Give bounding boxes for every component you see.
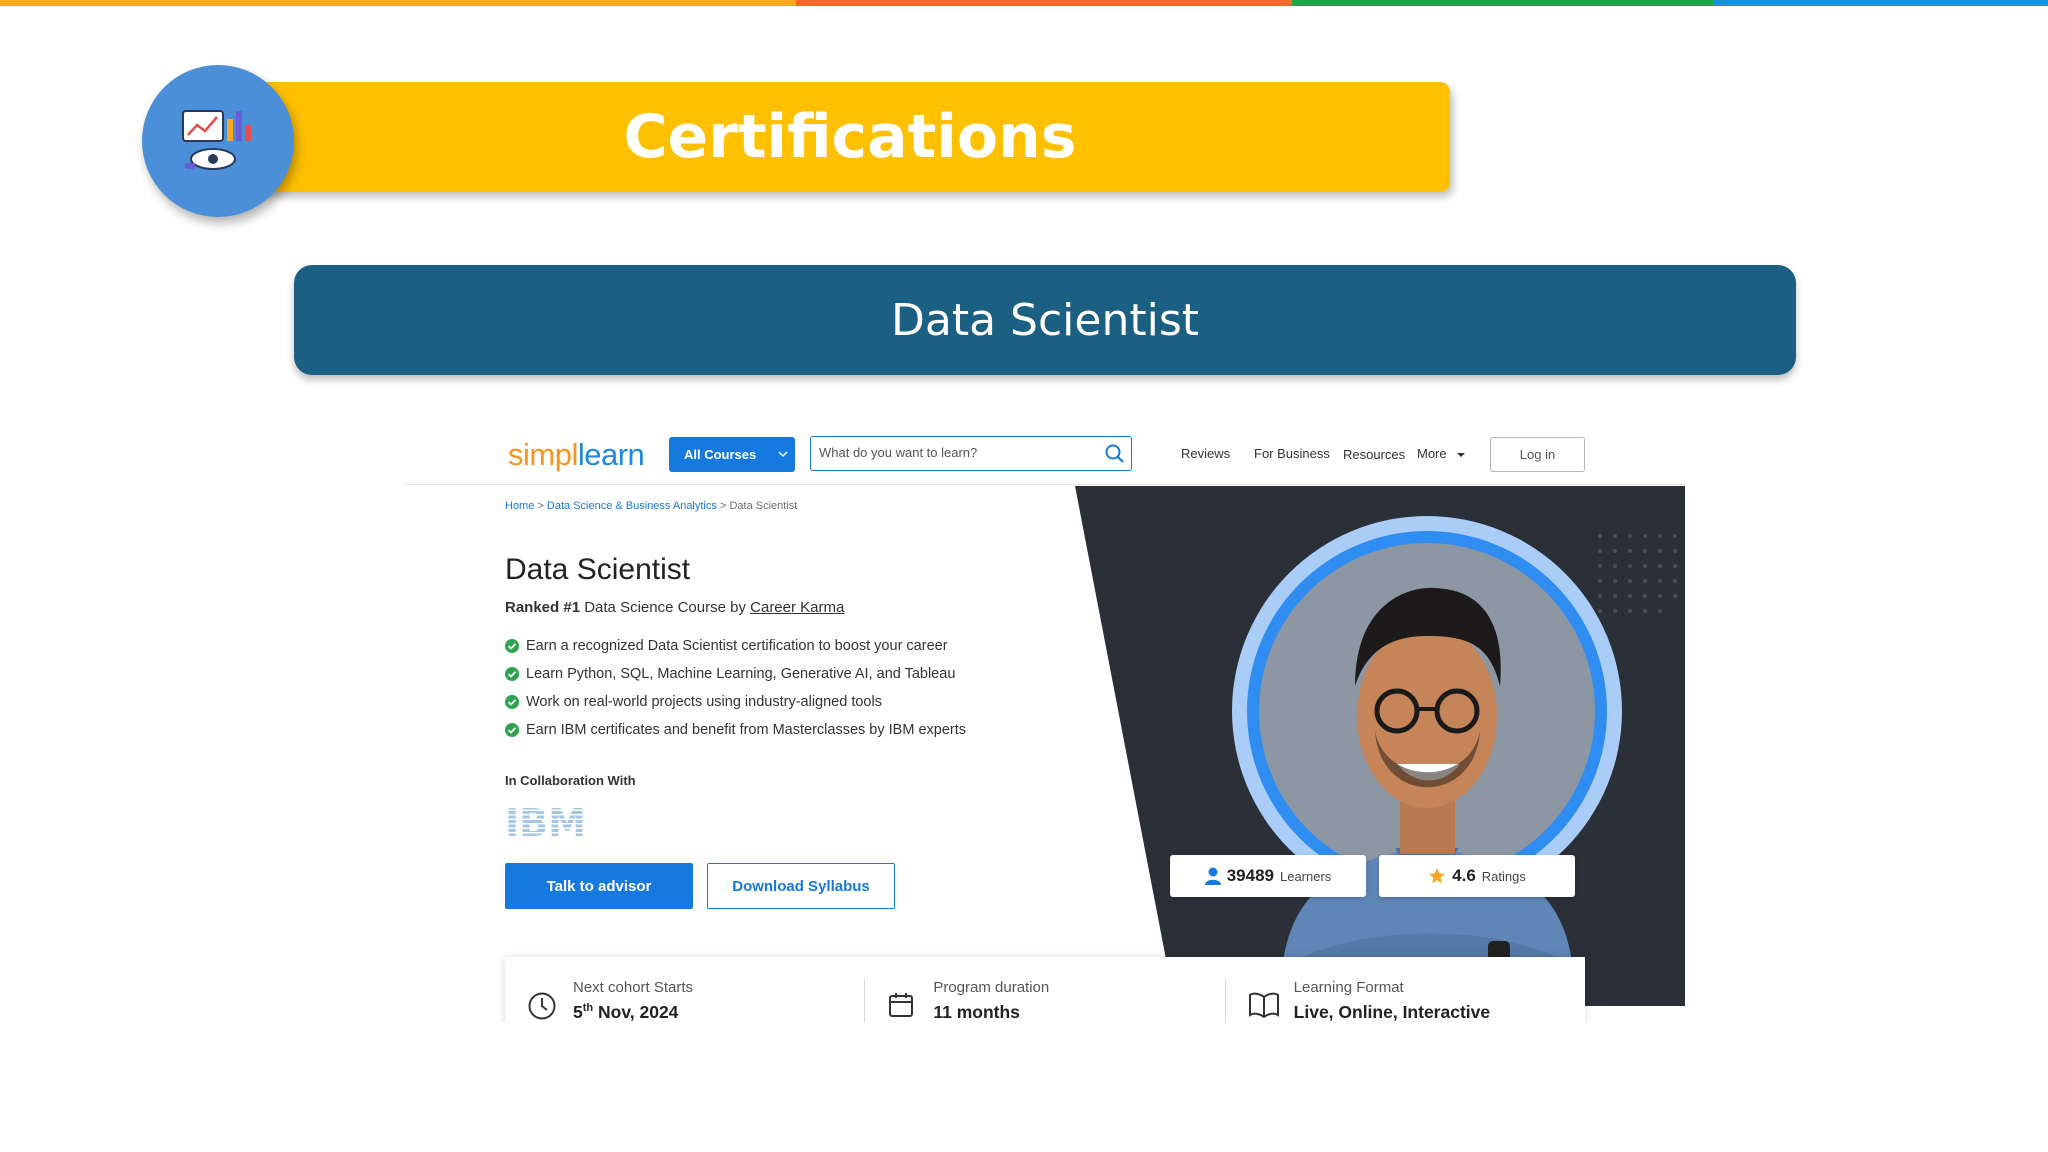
search-input[interactable] [811,437,1091,468]
chevron-down-icon [778,451,788,458]
ranking-text: Data Science Course by [584,599,746,616]
info-duration: Program duration 11 months [864,979,1224,1022]
cohort-date: 5th Nov, 2024 [573,1002,864,1022]
stripe-green [1292,0,1713,6]
feature-item: Work on real-world projects using indust… [505,688,966,716]
caret-down-icon [1457,452,1466,457]
top-color-stripe [0,0,2048,6]
ranking-bold: Ranked #1 [505,599,581,616]
nav-more-label: More [1417,446,1447,461]
ibm-wordmark: IBM [505,802,586,838]
open-book-icon [1248,992,1279,1019]
nav-link-resources[interactable]: Resources [1343,447,1405,462]
stripe-red [796,0,1292,6]
slide-subtitle: Data Scientist [891,294,1199,346]
format-value: Live, Online, Interactive [1293,1002,1491,1022]
info-cohort: Next cohort Starts 5th Nov, 2024 [505,957,864,1022]
cohort-day: 5 [573,1002,583,1022]
format-label: Learning Format [1293,979,1404,996]
check-circle-icon [505,667,519,681]
collaboration-label: In Collaboration With [505,773,636,788]
feature-list: Earn a recognized Data Scientist certifi… [505,632,966,744]
nav-link-more[interactable]: More [1417,446,1466,461]
ranking-line: Ranked #1 Data Science Course by Career … [505,599,844,616]
clock-icon [528,992,556,1020]
download-syllabus-button[interactable]: Download Syllabus [707,863,895,909]
logo-part-1: simpl [508,437,578,472]
ibm-logo: IBM [505,801,589,845]
slide-title: Certifications [623,102,1077,172]
star-icon [1429,868,1446,884]
talk-to-advisor-button[interactable]: Talk to advisor [505,863,693,909]
nav-link-for-business[interactable]: For Business [1254,446,1330,461]
site-navbar: simpllearn All Courses Reviews For Busin… [405,425,1685,485]
analytics-dashboard-icon [142,65,294,217]
duration-value: 11 months [933,1002,1020,1022]
check-circle-icon [505,695,519,709]
feature-text: Earn IBM certificates and benefit from M… [526,722,966,738]
cohort-month-year: Nov, 2024 [598,1002,679,1022]
feature-text: Learn Python, SQL, Machine Learning, Gen… [526,666,956,682]
ratings-stat-card: 4.6 Ratings [1379,855,1575,897]
logo-part-2: learn [577,437,645,472]
breadcrumb-separator: > [537,500,544,512]
subtitle-bar: Data Scientist [294,265,1796,375]
cohort-label: Next cohort Starts [573,979,694,996]
search-icon[interactable] [1104,443,1126,465]
check-circle-icon [505,639,519,653]
all-courses-label: All Courses [684,447,757,462]
course-title: Data Scientist [505,553,691,586]
hero-image [1075,486,1685,1006]
feature-item: Learn Python, SQL, Machine Learning, Gen… [505,660,966,688]
info-format: Learning Format Live, Online, Interactiv… [1224,979,1585,1022]
nav-link-reviews[interactable]: Reviews [1181,446,1230,461]
person-icon [1204,867,1221,885]
program-info-bar: Next cohort Starts 5th Nov, 2024 Program… [505,957,1585,1022]
breadcrumb-home[interactable]: Home [505,500,534,512]
breadcrumb-category[interactable]: Data Science & Business Analytics [547,500,717,512]
breadcrumb: Home > Data Science & Business Analytics… [505,500,797,512]
login-button[interactable]: Log in [1490,437,1585,472]
learners-label: Learners [1279,868,1332,884]
all-courses-button[interactable]: All Courses [669,437,795,472]
rating-label: Ratings [1481,868,1526,884]
title-banner: Certifications [250,82,1450,192]
check-circle-icon [505,723,519,737]
stripe-orange [0,0,796,6]
feature-text: Earn a recognized Data Scientist certifi… [526,638,948,654]
calendar-icon [889,993,914,1017]
stripe-blue [1713,0,2048,6]
learners-count: 39489 [1226,866,1274,885]
breadcrumb-current: Data Scientist [729,500,798,512]
feature-text: Work on real-world projects using indust… [526,694,882,710]
cohort-day-suffix: th [582,1002,594,1015]
duration-label: Program duration [933,979,1050,996]
ranking-source-link[interactable]: Career Karma [750,599,844,616]
rating-value: 4.6 [1452,866,1476,885]
breadcrumb-separator: > [719,500,727,512]
feature-item: Earn IBM certificates and benefit from M… [505,716,966,744]
feature-item: Earn a recognized Data Scientist certifi… [505,632,966,660]
simplilearn-logo[interactable]: simpllearn [508,437,645,473]
learners-stat-card: 39489 Learners [1170,855,1366,897]
website-screenshot: simpllearn All Courses Reviews For Busin… [405,425,1685,1022]
search-field[interactable] [810,436,1132,471]
